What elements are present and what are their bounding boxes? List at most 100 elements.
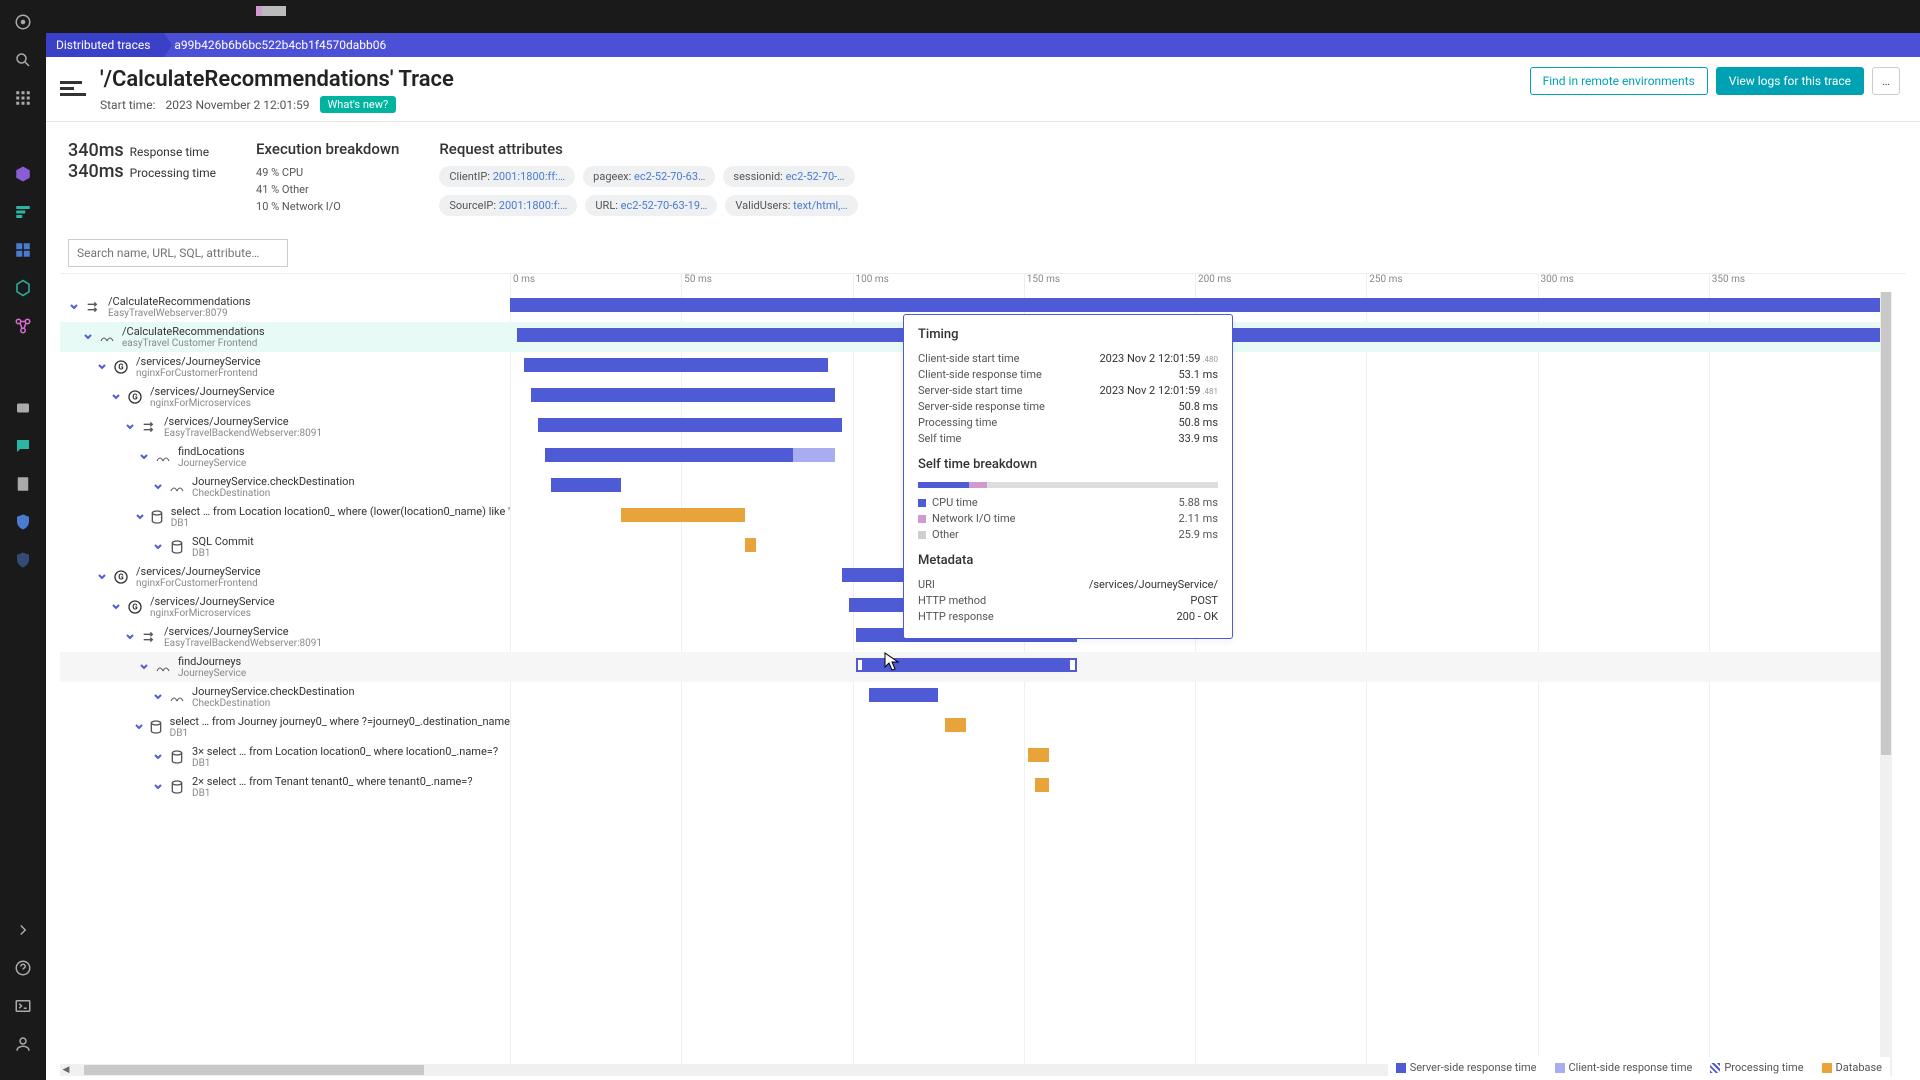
expand-icon[interactable] [82, 331, 94, 343]
attribute-pill[interactable]: ClientIP: 2001:1800:ff:… [439, 166, 575, 187]
trace-row[interactable]: 2× select … from Tenant tenant0_ where t… [60, 772, 1892, 802]
attribute-pill[interactable]: sessionid: ec2-52-70-… [723, 166, 854, 187]
popover-row: Server-side response time50.8 ms [918, 400, 1218, 413]
expand-icon[interactable] [96, 361, 108, 373]
attribute-pill[interactable]: pageex: ec2-52-70-63… [583, 166, 715, 187]
popover-timing-title: Timing [918, 327, 1218, 342]
expand-icon[interactable] [152, 481, 164, 493]
nav-badge-icon[interactable] [13, 550, 33, 570]
top-black-bar [46, 0, 1920, 33]
request-attrs-title: Request attributes [439, 140, 959, 158]
row-type-icon [149, 508, 165, 526]
nav-shield-icon[interactable] [13, 512, 33, 532]
nav-hex-icon[interactable] [13, 278, 33, 298]
expand-icon[interactable] [138, 661, 150, 673]
axis-tick: 350 ms [1709, 274, 1880, 292]
popover-meta-row: URI/services/JourneyService/ [918, 578, 1218, 591]
row-type-icon: G [126, 598, 144, 616]
apps-icon[interactable] [13, 88, 33, 108]
row-type-icon [154, 448, 172, 466]
legend-item: Server-side response time [1396, 1061, 1537, 1074]
trace-row[interactable]: findJourneysJourneyService [60, 652, 1892, 682]
popover-row: Processing time50.8 ms [918, 416, 1218, 429]
svg-text:G: G [132, 393, 138, 402]
nav-user-icon[interactable] [13, 1034, 33, 1054]
axis-tick: 300 ms [1538, 274, 1709, 292]
span-detail-popover: Timing Client-side start time2023 Nov 2 … [903, 314, 1233, 639]
popover-breakdown-row: Network I/O time2.11 ms [918, 512, 1218, 525]
crumb-root[interactable]: Distributed traces [46, 33, 164, 57]
nav-dash-icon[interactable] [13, 240, 33, 260]
view-logs-button[interactable]: View logs for this trace [1716, 67, 1864, 95]
summary-panel: 340ms Response time 340ms Processing tim… [46, 122, 1920, 229]
expand-icon[interactable] [110, 391, 122, 403]
trace-search-input[interactable] [68, 239, 288, 267]
row-type-icon: G [126, 388, 144, 406]
expand-icon[interactable] [134, 721, 144, 733]
expand-icon[interactable] [96, 571, 108, 583]
row-type-icon [98, 328, 116, 346]
expand-icon[interactable] [152, 541, 164, 553]
trace-row[interactable]: select … from Journey journey0_ where ?=… [60, 712, 1892, 742]
popover-breakdown-title: Self time breakdown [918, 457, 1218, 472]
trace-panel: 0 ms50 ms100 ms150 ms200 ms250 ms300 ms3… [46, 229, 1920, 1080]
start-time-value: 2023 November 2 12:01:59 [165, 98, 309, 112]
find-remote-button[interactable]: Find in remote environments [1530, 67, 1708, 95]
nav-graph-icon[interactable] [13, 316, 33, 336]
expand-icon[interactable] [152, 691, 164, 703]
hscroll-left-icon[interactable]: ◀ [60, 1065, 72, 1075]
whats-new-badge[interactable]: What's new? [320, 96, 397, 113]
logo-icon[interactable] [13, 12, 33, 32]
nav-terminal-icon[interactable] [13, 996, 33, 1016]
row-type-icon [168, 778, 186, 796]
popover-row: Server-side start time2023 Nov 2 12:01:5… [918, 384, 1218, 397]
nav-help-icon[interactable] [13, 958, 33, 978]
expand-icon[interactable] [68, 301, 80, 313]
crumb-trace-id[interactable]: a99b426b6b6bc522b4cb1f4570dabb06 [164, 33, 400, 57]
svg-text:G: G [132, 603, 138, 612]
axis-tick: 0 ms [510, 274, 681, 292]
exec-row: 10 % Network I/O [256, 200, 399, 213]
legend-item: Client-side response time [1555, 1061, 1693, 1074]
nav-doc-icon[interactable] [13, 474, 33, 494]
more-actions-button[interactable]: … [1872, 67, 1900, 95]
trace-icon [60, 73, 90, 103]
expand-icon[interactable] [124, 421, 136, 433]
nav-cube-icon[interactable] [13, 164, 33, 184]
nav-trace-icon[interactable] [13, 202, 33, 222]
popover-meta-row: HTTP methodPOST [918, 594, 1218, 607]
row-type-icon [140, 418, 158, 436]
expand-icon[interactable] [135, 511, 145, 523]
nav-expand-icon[interactable] [13, 920, 33, 940]
breadcrumb: Distributed traces a99b426b6b6bc522b4cb1… [46, 33, 1920, 57]
axis-tick: 100 ms [853, 274, 1024, 292]
vertical-scrollbar[interactable] [1880, 292, 1892, 1064]
page-title: '/CalculateRecommendations' Trace [100, 67, 454, 92]
trace-row[interactable]: 3× select … from Location location0_ whe… [60, 742, 1892, 772]
nav-container-icon[interactable] [13, 398, 33, 418]
popover-breakdown-row: Other25.9 ms [918, 528, 1218, 541]
popover-row: Self time33.9 ms [918, 432, 1218, 445]
expand-icon[interactable] [110, 601, 122, 613]
expand-icon[interactable] [152, 751, 164, 763]
exec-row: 41 % Other [256, 183, 399, 196]
attribute-pill[interactable]: ValidUsers: text/html,… [725, 195, 857, 216]
expand-icon[interactable] [138, 451, 150, 463]
trace-legend: Server-side response time Client-side res… [1388, 1057, 1890, 1078]
popover-row: Client-side start time2023 Nov 2 12:01:5… [918, 352, 1218, 365]
row-type-icon [168, 688, 186, 706]
row-type-icon [168, 478, 186, 496]
row-type-icon [148, 718, 164, 736]
attribute-pill[interactable]: SourceIP: 2001:1800:f:… [439, 195, 577, 216]
processing-time-label: Processing time [130, 166, 216, 180]
trace-row[interactable]: JourneyService.checkDestinationCheckDest… [60, 682, 1892, 712]
row-type-icon [168, 748, 186, 766]
search-icon[interactable] [13, 50, 33, 70]
nav-chat-icon[interactable] [13, 436, 33, 456]
expand-icon[interactable] [124, 631, 136, 643]
svg-text:G: G [118, 573, 124, 582]
response-time-label: Response time [130, 145, 209, 159]
response-time-value: 340ms [68, 140, 124, 161]
attribute-pill[interactable]: URL: ec2-52-70-63-19… [585, 195, 717, 216]
expand-icon[interactable] [152, 781, 164, 793]
